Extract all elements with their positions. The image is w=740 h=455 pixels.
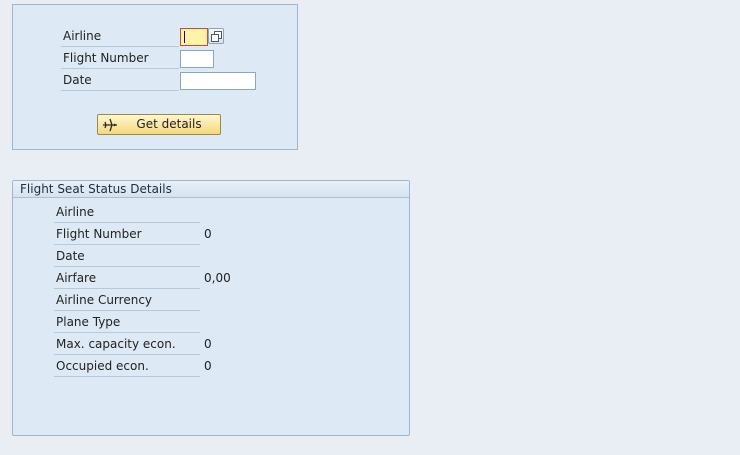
- value-help-icon[interactable]: [208, 28, 224, 44]
- detail-row-airfare: Airfare 0,00: [54, 269, 384, 289]
- detail-label: Flight Number: [54, 225, 200, 245]
- detail-label: Max. capacity econ.: [54, 335, 200, 355]
- airline-row: Airline: [61, 27, 261, 47]
- detail-label: Date: [54, 247, 200, 267]
- airline-label: Airline: [61, 27, 179, 47]
- detail-value: 0: [204, 359, 212, 373]
- detail-value: 0: [204, 227, 212, 241]
- get-details-label: Get details: [136, 117, 202, 131]
- detail-row-airline: Airline: [54, 203, 384, 223]
- detail-label: Airfare: [54, 269, 200, 289]
- airline-input[interactable]: [180, 28, 208, 46]
- date-label: Date: [61, 71, 179, 91]
- detail-label: Occupied econ.: [54, 357, 200, 377]
- detail-value: 0: [204, 337, 212, 351]
- text-caret: [184, 31, 185, 43]
- detail-row-airline-currency: Airline Currency: [54, 291, 384, 311]
- detail-row-plane-type: Plane Type: [54, 313, 384, 333]
- date-input[interactable]: [180, 72, 256, 90]
- detail-row-max-capacity-econ: Max. capacity econ. 0: [54, 335, 384, 355]
- selection-panel: Airline Flight Number Date Get details: [12, 4, 298, 150]
- panel-title: Flight Seat Status Details: [13, 181, 409, 198]
- detail-row-occupied-econ: Occupied econ. 0: [54, 357, 384, 377]
- detail-row-date: Date: [54, 247, 384, 267]
- flight-number-input[interactable]: [180, 50, 214, 68]
- flight-number-row: Flight Number: [61, 49, 261, 69]
- detail-label: Airline Currency: [54, 291, 200, 311]
- get-details-button[interactable]: Get details: [97, 114, 221, 135]
- flight-number-label: Flight Number: [61, 49, 179, 69]
- detail-row-flight-number: Flight Number 0: [54, 225, 384, 245]
- detail-value: 0,00: [204, 271, 231, 285]
- flight-seat-status-panel: Flight Seat Status Details Airline Fligh…: [12, 180, 410, 436]
- detail-label: Airline: [54, 203, 200, 223]
- date-row: Date: [61, 71, 261, 91]
- detail-label: Plane Type: [54, 313, 200, 333]
